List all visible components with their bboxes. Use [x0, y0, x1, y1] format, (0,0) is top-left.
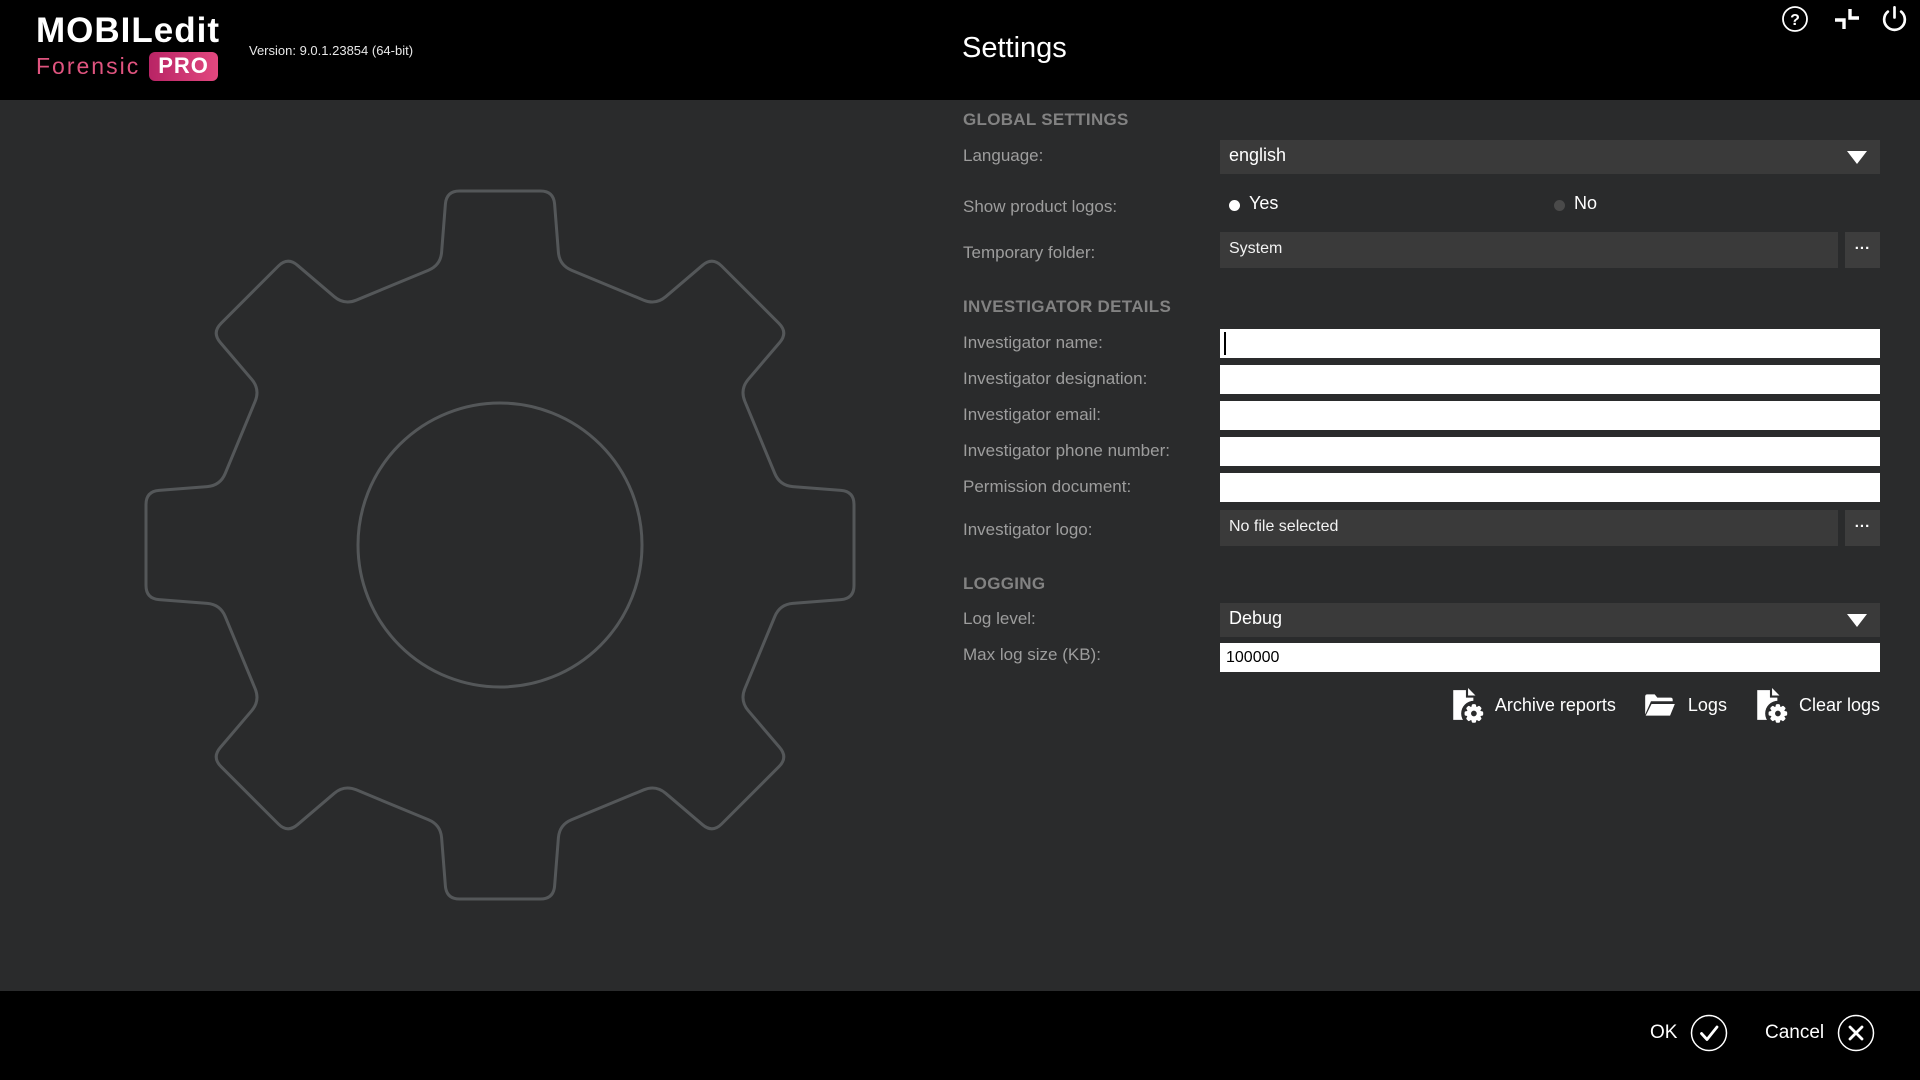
language-value: english	[1229, 145, 1286, 166]
app-logo: MOBILedit Forensic PRO	[36, 12, 220, 81]
document-gear-icon	[1449, 687, 1485, 723]
ok-button[interactable]: OK	[1650, 1014, 1728, 1052]
logs-label: Logs	[1688, 695, 1727, 716]
document-gear-icon	[1753, 687, 1789, 723]
temp-folder-field[interactable]: System	[1220, 232, 1838, 268]
investigator-logo-label: Investigator logo:	[963, 520, 1092, 540]
chevron-down-icon	[1847, 151, 1867, 164]
language-dropdown[interactable]: english	[1220, 140, 1880, 174]
gear-artwork	[110, 155, 890, 935]
radio-no-label[interactable]: No	[1574, 193, 1597, 214]
radio-yes[interactable]	[1229, 200, 1240, 211]
temp-folder-value: System	[1229, 240, 1282, 258]
cancel-button[interactable]: Cancel	[1765, 1014, 1875, 1052]
ok-label: OK	[1650, 1022, 1677, 1044]
svg-text:?: ?	[1790, 12, 1800, 29]
show-logos-label: Show product logos:	[963, 197, 1117, 217]
chevron-down-icon	[1847, 614, 1867, 627]
app-product-name: Forensic	[36, 53, 140, 80]
investigator-phone-input[interactable]	[1220, 437, 1880, 466]
power-icon[interactable]	[1879, 3, 1910, 34]
clear-logs-label: Clear logs	[1799, 695, 1880, 716]
archive-reports-label: Archive reports	[1495, 695, 1616, 716]
section-investigator-details: INVESTIGATOR DETAILS	[963, 297, 1171, 317]
page-title: Settings	[962, 32, 1067, 65]
log-level-label: Log level:	[963, 609, 1036, 629]
max-log-size-input[interactable]	[1220, 643, 1880, 672]
investigator-designation-label: Investigator designation:	[963, 369, 1147, 389]
clear-logs-button[interactable]: Clear logs	[1753, 687, 1880, 723]
log-level-value: Debug	[1229, 608, 1282, 629]
pro-badge: PRO	[149, 52, 218, 81]
help-icon[interactable]: ?	[1781, 5, 1809, 33]
cancel-label: Cancel	[1765, 1022, 1824, 1044]
investigator-name-label: Investigator name:	[963, 333, 1103, 353]
section-logging: LOGGING	[963, 574, 1045, 594]
max-log-size-label: Max log size (KB):	[963, 645, 1101, 665]
investigator-designation-input[interactable]	[1220, 365, 1880, 394]
version-text: Version: 9.0.1.23854 (64-bit)	[249, 43, 413, 58]
app-name: MOBILedit	[36, 12, 220, 50]
temp-folder-browse-button[interactable]: ...	[1845, 232, 1880, 268]
footer-bar	[0, 991, 1920, 1080]
resize-window-icon[interactable]	[1833, 5, 1861, 33]
check-circle-icon	[1690, 1014, 1728, 1052]
temp-folder-label: Temporary folder:	[963, 243, 1095, 263]
investigator-name-input[interactable]	[1220, 329, 1880, 358]
section-global-settings: GLOBAL SETTINGS	[963, 110, 1129, 130]
radio-no[interactable]	[1554, 200, 1565, 211]
log-actions-row: Archive reports Logs Clear logs	[1220, 685, 1880, 725]
investigator-email-label: Investigator email:	[963, 405, 1101, 425]
x-circle-icon	[1837, 1014, 1875, 1052]
title-bar: MOBILedit Forensic PRO Version: 9.0.1.23…	[0, 0, 1920, 100]
folder-icon	[1642, 687, 1678, 723]
investigator-phone-label: Investigator phone number:	[963, 441, 1170, 461]
investigator-logo-browse-button[interactable]: ...	[1845, 510, 1880, 546]
logs-button[interactable]: Logs	[1642, 687, 1727, 723]
archive-reports-button[interactable]: Archive reports	[1449, 687, 1616, 723]
text-caret	[1224, 332, 1226, 355]
investigator-logo-value: No file selected	[1229, 518, 1338, 536]
permission-document-input[interactable]	[1220, 473, 1880, 502]
radio-yes-label[interactable]: Yes	[1249, 193, 1278, 214]
log-level-dropdown[interactable]: Debug	[1220, 603, 1880, 637]
permission-document-label: Permission document:	[963, 477, 1131, 497]
investigator-logo-field[interactable]: No file selected	[1220, 510, 1838, 546]
investigator-email-input[interactable]	[1220, 401, 1880, 430]
language-label: Language:	[963, 146, 1043, 166]
